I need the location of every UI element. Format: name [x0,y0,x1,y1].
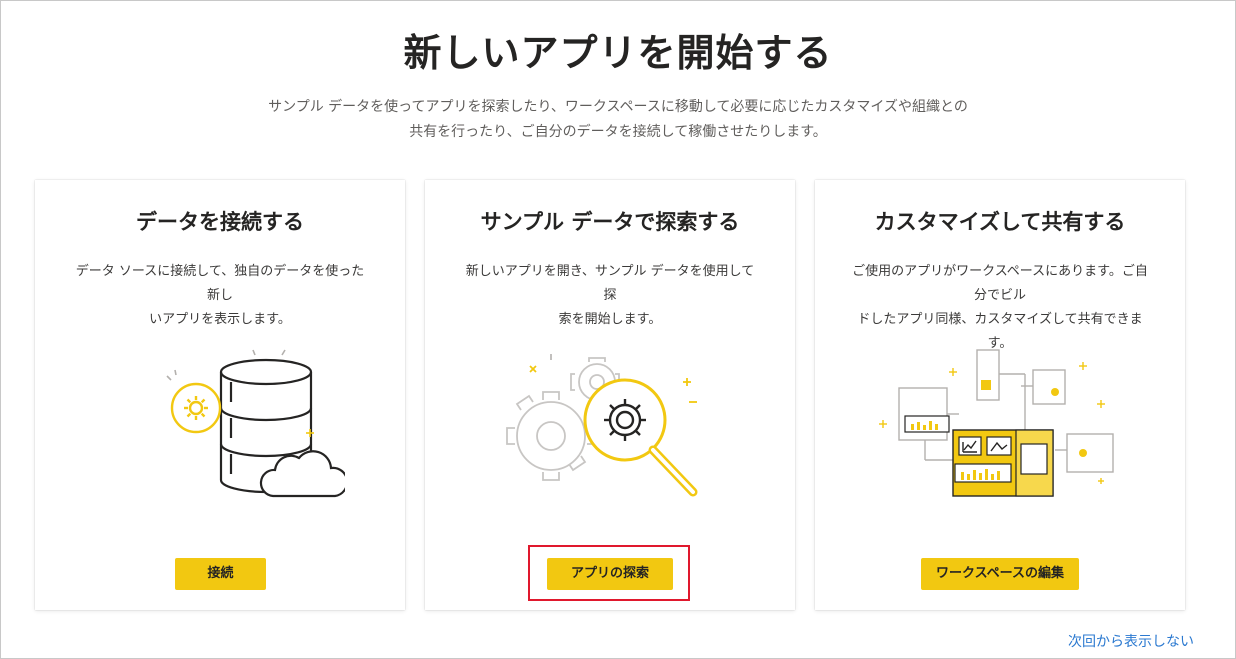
card-description-line: ご使用のアプリがワークスペースにあります。ご自分でビル [852,264,1148,303]
highlight-box [528,545,690,601]
card-title: カスタマイズして共有する [874,210,1126,234]
card-description-line: データ ソースに接続して、独自のデータを使った新し [75,264,365,303]
subtitle-line: 共有を行ったり、ご自分のデータを接続して稼働させたりします。 [409,124,827,140]
connect-button[interactable]: 接続 [175,558,266,590]
subtitle-line: サンプル データを使ってアプリを探索したり、ワークスペースに移動して必要に応じた… [268,99,968,115]
card-description: データ ソースに接続して、独自のデータを使った新し いアプリを表示します。 [71,260,369,332]
database-cloud-icon [166,349,345,498]
card-customize-share: カスタマイズして共有する ご使用のアプリがワークスペースにあります。ご自分でビル… [815,180,1185,610]
card-connect-data: データを接続する データ ソースに接続して、独自のデータを使った新し いアプリを… [35,180,405,610]
edit-workspace-button[interactable]: ワークスペースの編集 [921,558,1079,590]
dont-show-again-link[interactable]: 次回から表示しない [1068,631,1194,651]
card-title: データを接続する [136,210,304,234]
card-description-line: 新しいアプリを開き、サンプル データを使用して探 [465,264,755,303]
page-subtitle: サンプル データを使ってアプリを探索したり、ワークスペースに移動して必要に応じた… [260,95,976,145]
card-description-line: いアプリを表示します。 [149,312,291,327]
card-description: 新しいアプリを開き、サンプル データを使用して探 索を開始します。 [461,260,759,332]
page-title: 新しいアプリを開始する [403,31,833,75]
card-description-line: 索を開始します。 [558,312,662,327]
dashboard-network-icon [879,349,1114,497]
gears-magnifier-icon [506,354,698,497]
card-title: サンプル データで探索する [480,210,740,234]
